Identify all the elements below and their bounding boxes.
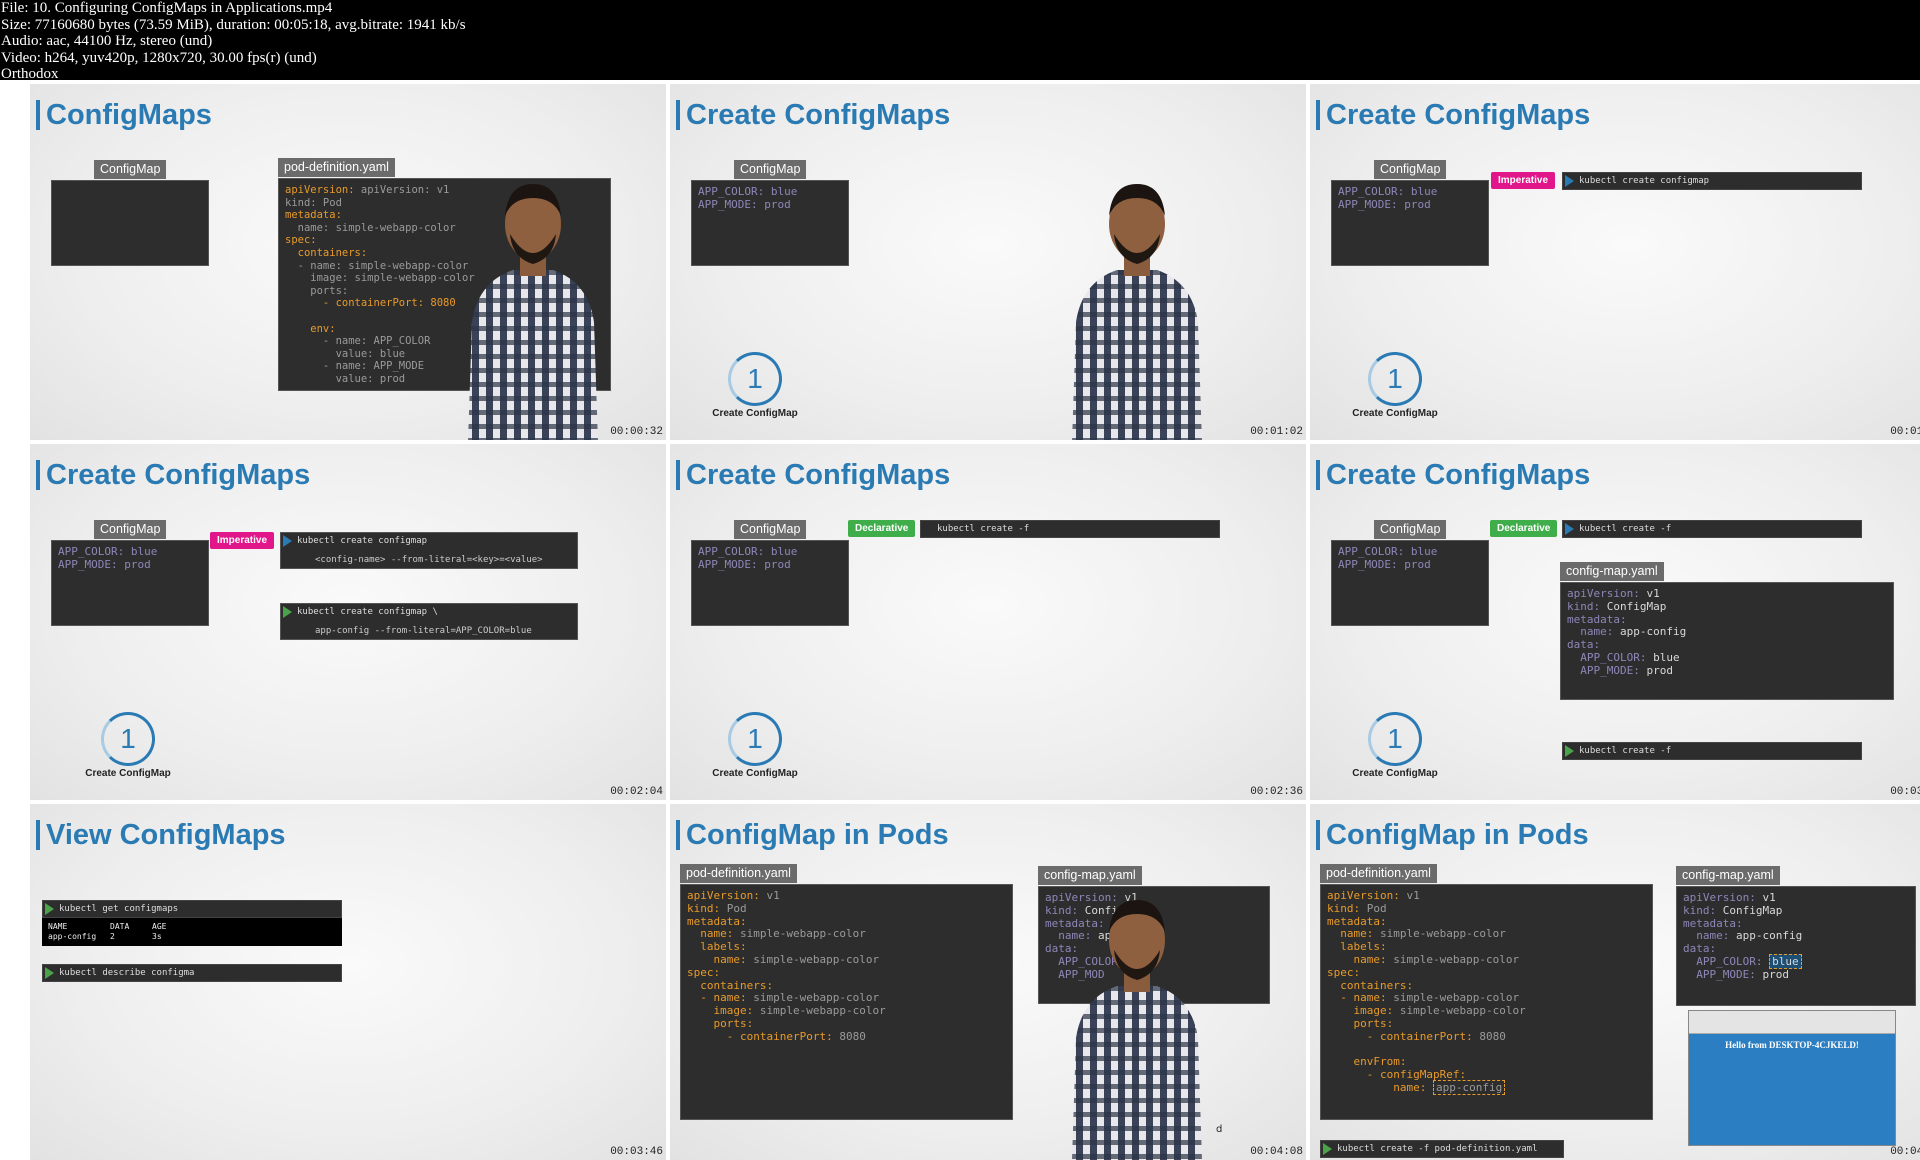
- source-line: Orthodox: [1, 66, 59, 83]
- thumbnail-8[interactable]: ConfigMap in Pods pod-definition.yaml ap…: [670, 804, 1306, 1160]
- step-indicator: 1 Create ConfigMap: [710, 712, 800, 779]
- slide-title: View ConfigMaps: [36, 820, 286, 850]
- play-icon: [1565, 175, 1574, 187]
- timestamp: 00:03:46: [610, 1146, 663, 1158]
- step-indicator: 1 Create ConfigMap: [83, 712, 173, 779]
- step-label: Create ConfigMap: [712, 408, 798, 419]
- size-line: Size: 77160680 bytes (73.59 MiB), durati…: [1, 16, 466, 33]
- yaml2-label: config-map.yaml: [1676, 866, 1780, 885]
- slide-title: Create ConfigMaps: [1316, 100, 1590, 130]
- step-label: Create ConfigMap: [1352, 408, 1438, 419]
- configmap-label: ConfigMap: [1374, 160, 1447, 179]
- step-label: Create ConfigMap: [1352, 768, 1438, 779]
- step-indicator: 1 Create ConfigMap: [1350, 712, 1440, 779]
- command-bar-2: kubectl describe configma: [42, 964, 342, 982]
- pod-definition-code: apiVersion: v1 kind: Pod metadata: name:…: [680, 884, 1013, 1120]
- play-icon: [283, 606, 292, 618]
- thumbnail-9[interactable]: ConfigMap in Pods pod-definition.yaml ap…: [1310, 804, 1920, 1160]
- step-indicator: 1 Create ConfigMap: [1350, 352, 1440, 419]
- play-icon: [1565, 745, 1574, 757]
- presenter-image: [1072, 184, 1202, 440]
- browser-text: Hello from DESKTOP-4CJKELD!: [1725, 1040, 1859, 1050]
- configmap-box: APP_COLOR: blue APP_MODE: prod: [691, 180, 849, 266]
- timestamp: 00:03:06: [1890, 786, 1920, 798]
- play-icon: [283, 535, 292, 547]
- command-block-2: kubectl create configmap \ app-config --…: [280, 603, 578, 640]
- presenter-image: [1072, 900, 1202, 1160]
- configmap-label: ConfigMap: [1374, 520, 1447, 539]
- thumbnail-7[interactable]: View ConfigMaps kubectl get configmaps N…: [30, 804, 666, 1160]
- slide-title: Create ConfigMaps: [1316, 460, 1590, 490]
- imperative-badge: Imperative: [1491, 172, 1556, 189]
- yaml-label: pod-definition.yaml: [1320, 864, 1437, 883]
- timestamp: 00:04:08: [1250, 1146, 1303, 1158]
- play-icon: [1565, 523, 1574, 535]
- step-number: 1: [1368, 352, 1422, 406]
- step-label: Create ConfigMap: [85, 768, 171, 779]
- configmap-box: APP_COLOR: blue APP_MODE: prod: [1331, 540, 1489, 626]
- slide-title: ConfigMap in Pods: [676, 820, 949, 850]
- yaml-label: pod-definition.yaml: [680, 864, 797, 883]
- thumbnail-4[interactable]: Create ConfigMaps ConfigMap APP_COLOR: b…: [30, 444, 666, 800]
- thumbnail-1[interactable]: ConfigMaps ConfigMap pod-definition.yaml…: [30, 84, 666, 440]
- config-map-code: apiVersion: v1 kind: ConfigMap metadata:…: [1676, 886, 1916, 1006]
- command-block: kubectl create configmap <config-name> -…: [280, 532, 578, 569]
- configmap-box: APP_COLOR: blue APP_MODE: prod: [51, 540, 209, 626]
- timestamp: 00:04:40: [1890, 1146, 1920, 1158]
- step-number: 1: [1368, 712, 1422, 766]
- step-number: 1: [728, 712, 782, 766]
- pod-definition-code: apiVersion: v1 kind: Pod metadata: name:…: [1320, 884, 1653, 1120]
- slide-title: Create ConfigMaps: [676, 460, 950, 490]
- command-bar: kubectl create -f: [1562, 520, 1862, 538]
- slide-title: ConfigMap in Pods: [1316, 820, 1589, 850]
- browser-window: Hello from DESKTOP-4CJKELD!: [1688, 1010, 1896, 1146]
- step-number: 1: [101, 712, 155, 766]
- timestamp: 00:02:36: [1250, 786, 1303, 798]
- configmap-table: NAME DATA AGE app-config 2 3s: [42, 918, 342, 946]
- configmap-box: APP_COLOR: blue APP_MODE: prod: [1331, 180, 1489, 266]
- configmap-box: APP_COLOR: blue APP_MODE: prod: [691, 540, 849, 626]
- play-icon: [1323, 1143, 1332, 1155]
- command-bar: kubectl get configmaps: [42, 900, 342, 918]
- command-bar: kubectl create -f: [920, 520, 1220, 538]
- configmap-label: ConfigMap: [94, 520, 167, 539]
- presenter-image: [468, 184, 598, 440]
- thumbnail-2[interactable]: Create ConfigMaps ConfigMap APP_COLOR: b…: [670, 84, 1306, 440]
- play-icon: [45, 967, 54, 979]
- thumbnail-5[interactable]: Create ConfigMaps ConfigMap APP_COLOR: b…: [670, 444, 1306, 800]
- thumbnail-3[interactable]: Create ConfigMaps ConfigMap APP_COLOR: b…: [1310, 84, 1920, 440]
- command-bar-2: kubectl create -f: [1562, 742, 1862, 760]
- file-line: File: 10. Configuring ConfigMaps in Appl…: [1, 0, 333, 16]
- timestamp: 00:02:04: [610, 786, 663, 798]
- command-bar: kubectl create configmap: [1562, 172, 1862, 190]
- configmap-box: [51, 180, 209, 266]
- edge-text: d: [1216, 1124, 1223, 1135]
- file-info-header: File: 10. Configuring ConfigMaps in Appl…: [0, 0, 1920, 83]
- configmap-label: ConfigMap: [734, 520, 807, 539]
- command-bar: kubectl create -f pod-definition.yaml: [1320, 1140, 1564, 1158]
- declarative-badge: Declarative: [1490, 520, 1558, 537]
- audio-line: Audio: aac, 44100 Hz, stereo (und): [1, 33, 213, 50]
- play-icon: [45, 903, 54, 915]
- configmap-label: ConfigMap: [94, 160, 167, 179]
- slide-title: Create ConfigMaps: [676, 100, 950, 130]
- step-label: Create ConfigMap: [712, 768, 798, 779]
- configmap-label: ConfigMap: [734, 160, 807, 179]
- timestamp: 00:01:34: [1890, 426, 1920, 438]
- step-number: 1: [728, 352, 782, 406]
- config-map-code: apiVersion: v1 kind: ConfigMap metadata:…: [1560, 582, 1894, 700]
- slide-title: ConfigMaps: [36, 100, 212, 130]
- video-line: Video: h264, yuv420p, 1280x720, 30.00 fp…: [1, 49, 317, 66]
- step-indicator: 1 Create ConfigMap: [710, 352, 800, 419]
- thumbnail-6[interactable]: Create ConfigMaps ConfigMap APP_COLOR: b…: [1310, 444, 1920, 800]
- yaml2-label: config-map.yaml: [1038, 866, 1142, 885]
- imperative-badge: Imperative: [210, 532, 275, 549]
- yaml-label: pod-definition.yaml: [278, 158, 395, 177]
- yaml-label: config-map.yaml: [1560, 562, 1664, 581]
- timestamp: 00:00:32: [610, 426, 663, 438]
- declarative-badge: Declarative: [848, 520, 916, 537]
- timestamp: 00:01:02: [1250, 426, 1303, 438]
- slide-title: Create ConfigMaps: [36, 460, 310, 490]
